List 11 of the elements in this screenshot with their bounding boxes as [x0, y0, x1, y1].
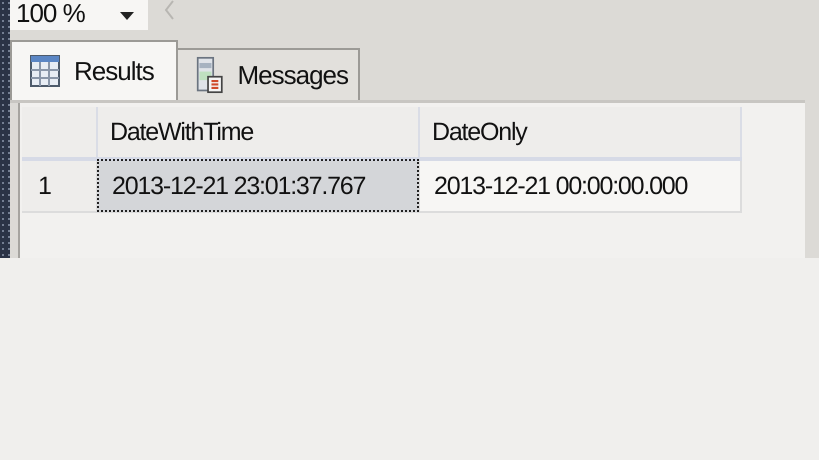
tab[interactable]: Results — [10, 40, 178, 100]
zoom-dropdown[interactable]: 100 % — [10, 0, 148, 30]
tab[interactable]: Messages — [178, 48, 360, 100]
column-header[interactable]: DateOnly — [419, 107, 741, 159]
grid-icon — [30, 54, 60, 88]
column-header[interactable]: DateWithTime — [97, 107, 419, 159]
table-cell[interactable]: 2013-12-21 00:00:00.000 — [419, 159, 741, 212]
table-cell[interactable]: 2013-12-21 23:01:37.767 — [97, 159, 419, 212]
row-number[interactable]: 1 — [22, 159, 97, 212]
scroll-left-icon[interactable] — [164, 0, 174, 20]
caret-icon — [120, 12, 134, 20]
